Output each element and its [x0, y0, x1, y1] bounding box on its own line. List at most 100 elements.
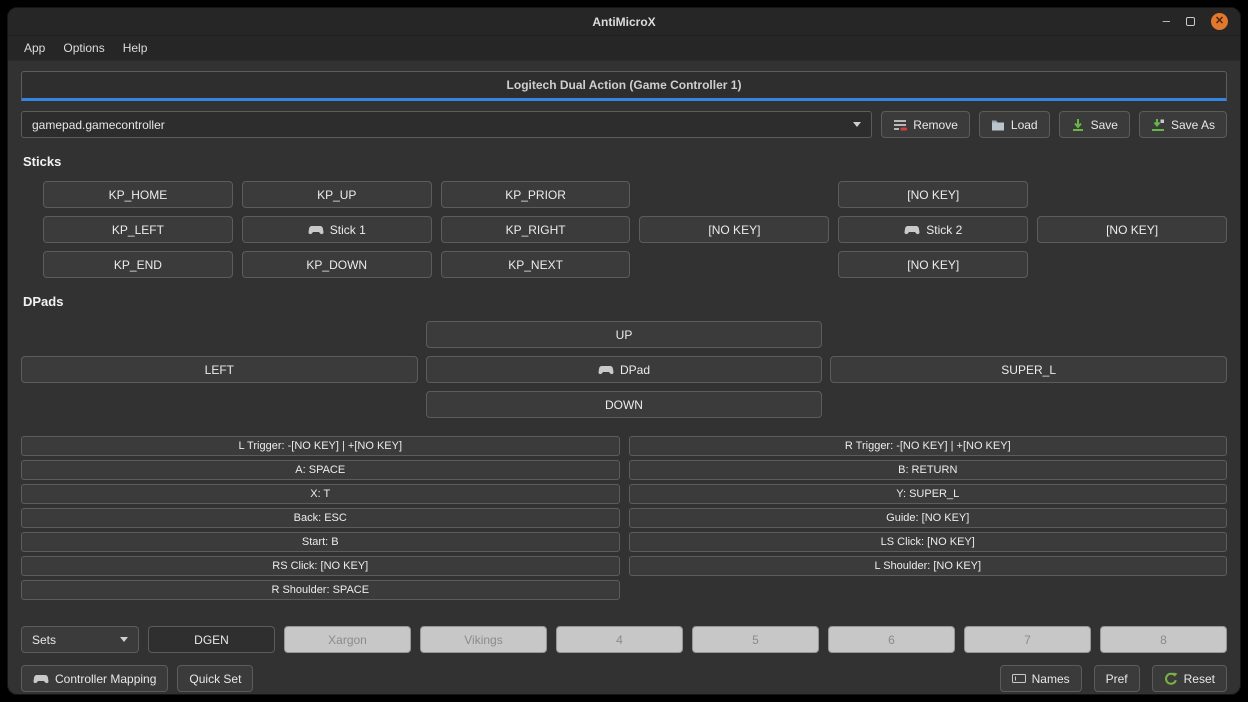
- remove-button-label: Remove: [913, 118, 958, 132]
- quick-set-label: Quick Set: [189, 672, 241, 686]
- maximize-icon[interactable]: [1186, 17, 1195, 26]
- controller-mapping-button[interactable]: Controller Mapping: [21, 665, 168, 692]
- binding-r-shoulder-button[interactable]: R Shoulder: SPACE: [21, 580, 620, 600]
- stick2-name-button[interactable]: Stick 2: [838, 216, 1028, 243]
- bottom-right-group: Names Pref Reset: [1000, 665, 1227, 692]
- stick2-right-button[interactable]: [NO KEY]: [1037, 216, 1227, 243]
- stick1-name-label: Stick 1: [330, 223, 366, 237]
- tab-controller[interactable]: Logitech Dual Action (Game Controller 1): [21, 71, 1227, 101]
- binding-l-trigger-button[interactable]: L Trigger: -[NO KEY] | +[NO KEY]: [21, 436, 620, 456]
- dpads-heading: DPads: [23, 294, 1227, 309]
- stick1-left-button[interactable]: KP_LEFT: [43, 216, 233, 243]
- binding-y-button[interactable]: Y: SUPER_L: [629, 484, 1228, 504]
- binding-guide-button[interactable]: Guide: [NO KEY]: [629, 508, 1228, 528]
- menubar: App Options Help: [8, 36, 1240, 61]
- set-tab-5[interactable]: 5: [692, 626, 819, 653]
- chevron-down-icon: [853, 122, 861, 127]
- stick2-left-button[interactable]: [NO KEY]: [639, 216, 829, 243]
- gamepad-icon: [904, 225, 920, 235]
- binding-rs-click-button[interactable]: RS Click: [NO KEY]: [21, 556, 620, 576]
- dpad-left-button[interactable]: LEFT: [21, 356, 418, 383]
- set-tab-8[interactable]: 8: [1100, 626, 1227, 653]
- set-tab-6[interactable]: 6: [828, 626, 955, 653]
- save-button-label: Save: [1091, 118, 1118, 132]
- gamepad-icon: [308, 225, 324, 235]
- binding-back-button[interactable]: Back: ESC: [21, 508, 620, 528]
- binding-x-button[interactable]: X: T: [21, 484, 620, 504]
- main-content: Logitech Dual Action (Game Controller 1)…: [8, 61, 1240, 695]
- stick2-up-button[interactable]: [NO KEY]: [838, 181, 1028, 208]
- dpad-name-label: DPad: [620, 363, 650, 377]
- quick-set-button[interactable]: Quick Set: [177, 665, 253, 692]
- rename-field-icon: [1012, 673, 1026, 684]
- binding-r-trigger-button[interactable]: R Trigger: -[NO KEY] | +[NO KEY]: [629, 436, 1228, 456]
- window-title: AntiMicroX: [8, 15, 1240, 29]
- save-as-button[interactable]: Save As: [1139, 111, 1227, 138]
- load-button[interactable]: Load: [979, 111, 1050, 138]
- binding-ls-click-button[interactable]: LS Click: [NO KEY]: [629, 532, 1228, 552]
- reset-button[interactable]: Reset: [1152, 665, 1227, 692]
- folder-open-icon: [991, 119, 1005, 131]
- set-tab-3[interactable]: Vikings: [420, 626, 547, 653]
- profile-row: gamepad.gamecontroller Remove Load Sav: [21, 111, 1227, 138]
- save-as-button-label: Save As: [1171, 118, 1215, 132]
- reset-label: Reset: [1184, 672, 1215, 686]
- gamepad-icon: [598, 365, 614, 375]
- menu-app[interactable]: App: [16, 38, 53, 58]
- save-button[interactable]: Save: [1059, 111, 1130, 138]
- window-controls: – ✕: [1163, 8, 1228, 35]
- bindings-left-column: L Trigger: -[NO KEY] | +[NO KEY] A: SPAC…: [21, 436, 620, 600]
- close-icon[interactable]: ✕: [1211, 13, 1228, 30]
- dpad-grid: UP LEFT DPad SUPER_L DOWN: [21, 321, 1227, 418]
- stick1-up-right-button[interactable]: KP_PRIOR: [441, 181, 631, 208]
- minimize-icon[interactable]: –: [1163, 14, 1170, 27]
- sets-row: Sets DGEN Xargon Vikings 4 5 6 7 8: [21, 600, 1227, 653]
- stick1-up-left-button[interactable]: KP_HOME: [43, 181, 233, 208]
- gamepad-icon: [33, 674, 49, 684]
- stick1-down-left-button[interactable]: KP_END: [43, 251, 233, 278]
- set-tab-2[interactable]: Xargon: [284, 626, 411, 653]
- stick1-up-button[interactable]: KP_UP: [242, 181, 432, 208]
- dpad-down-button[interactable]: DOWN: [426, 391, 823, 418]
- button-bindings: L Trigger: -[NO KEY] | +[NO KEY] A: SPAC…: [21, 436, 1227, 600]
- sticks-grid: KP_HOME KP_UP KP_PRIOR [NO KEY] KP_LEFT …: [21, 181, 1227, 278]
- stick1-right-button[interactable]: KP_RIGHT: [441, 216, 631, 243]
- save-download-icon: [1071, 118, 1085, 132]
- stick1-down-button[interactable]: KP_DOWN: [242, 251, 432, 278]
- dpad-name-button[interactable]: DPad: [426, 356, 823, 383]
- pref-button[interactable]: Pref: [1094, 665, 1140, 692]
- profile-select[interactable]: gamepad.gamecontroller: [21, 111, 872, 138]
- pref-label: Pref: [1106, 672, 1128, 686]
- set-tab-1[interactable]: DGEN: [148, 626, 275, 653]
- dpad-up-button[interactable]: UP: [426, 321, 823, 348]
- stick2-down-button[interactable]: [NO KEY]: [838, 251, 1028, 278]
- dpad-right-button[interactable]: SUPER_L: [830, 356, 1227, 383]
- stick1-name-button[interactable]: Stick 1: [242, 216, 432, 243]
- menu-options[interactable]: Options: [55, 38, 112, 58]
- titlebar: AntiMicroX – ✕: [8, 8, 1240, 36]
- binding-a-button[interactable]: A: SPACE: [21, 460, 620, 480]
- controller-tab-label: Logitech Dual Action (Game Controller 1): [507, 78, 742, 92]
- sets-selector-label: Sets: [32, 633, 56, 647]
- remove-icon: [893, 118, 907, 132]
- bottom-bar: Controller Mapping Quick Set Names Pref: [21, 665, 1227, 692]
- app-window: AntiMicroX – ✕ App Options Help Logitech…: [7, 7, 1241, 695]
- names-button[interactable]: Names: [1000, 665, 1082, 692]
- remove-button[interactable]: Remove: [881, 111, 970, 138]
- binding-start-button[interactable]: Start: B: [21, 532, 620, 552]
- load-button-label: Load: [1011, 118, 1038, 132]
- save-as-icon: [1151, 118, 1165, 132]
- set-tab-4[interactable]: 4: [556, 626, 683, 653]
- stick1-down-right-button[interactable]: KP_NEXT: [441, 251, 631, 278]
- reset-refresh-icon: [1164, 672, 1178, 686]
- set-tab-7[interactable]: 7: [964, 626, 1091, 653]
- names-label: Names: [1032, 672, 1070, 686]
- bindings-right-column: R Trigger: -[NO KEY] | +[NO KEY] B: RETU…: [629, 436, 1228, 600]
- stick2-name-label: Stick 2: [926, 223, 962, 237]
- binding-b-button[interactable]: B: RETURN: [629, 460, 1228, 480]
- sticks-heading: Sticks: [23, 154, 1227, 169]
- binding-l-shoulder-button[interactable]: L Shoulder: [NO KEY]: [629, 556, 1228, 576]
- menu-help[interactable]: Help: [115, 38, 156, 58]
- chevron-down-icon: [120, 637, 128, 642]
- sets-selector[interactable]: Sets: [21, 626, 139, 653]
